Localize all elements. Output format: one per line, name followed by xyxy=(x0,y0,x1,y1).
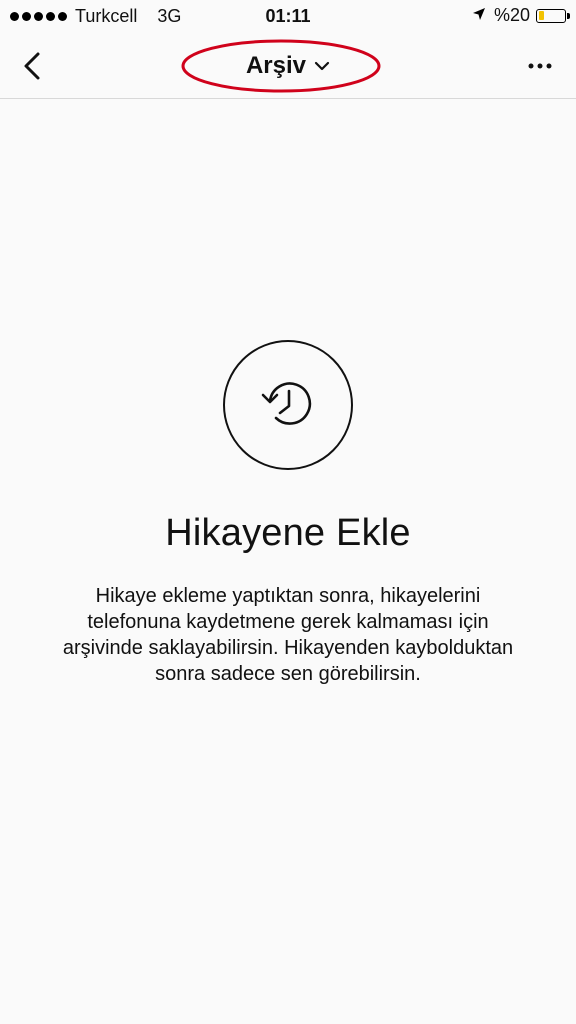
title-wrap: Arşiv xyxy=(0,34,576,98)
battery-icon xyxy=(536,8,570,23)
page-title: Arşiv xyxy=(245,52,307,79)
navigation-bar: Arşiv xyxy=(0,34,576,99)
more-horizontal-icon xyxy=(528,63,552,69)
chevron-down-icon xyxy=(314,61,330,71)
more-options-button[interactable] xyxy=(520,46,560,86)
status-right: %20 xyxy=(472,5,570,26)
history-icon-circle xyxy=(223,340,353,470)
location-arrow-icon xyxy=(472,5,486,26)
history-icon xyxy=(261,382,312,425)
archive-dropdown-button[interactable]: Arşiv xyxy=(246,52,330,80)
battery-level xyxy=(538,11,544,20)
empty-state-description: Hikaye ekleme yaptıktan sonra, hikayeler… xyxy=(62,585,514,685)
battery-percentage: %20 xyxy=(493,5,530,25)
empty-state-title: Hikayene Ekle xyxy=(165,512,411,554)
status-bar: Turkcell 3G 01:11 %20 xyxy=(0,0,576,34)
empty-state: Hikayene Ekle Hikaye ekleme yaptıktan so… xyxy=(0,340,576,687)
